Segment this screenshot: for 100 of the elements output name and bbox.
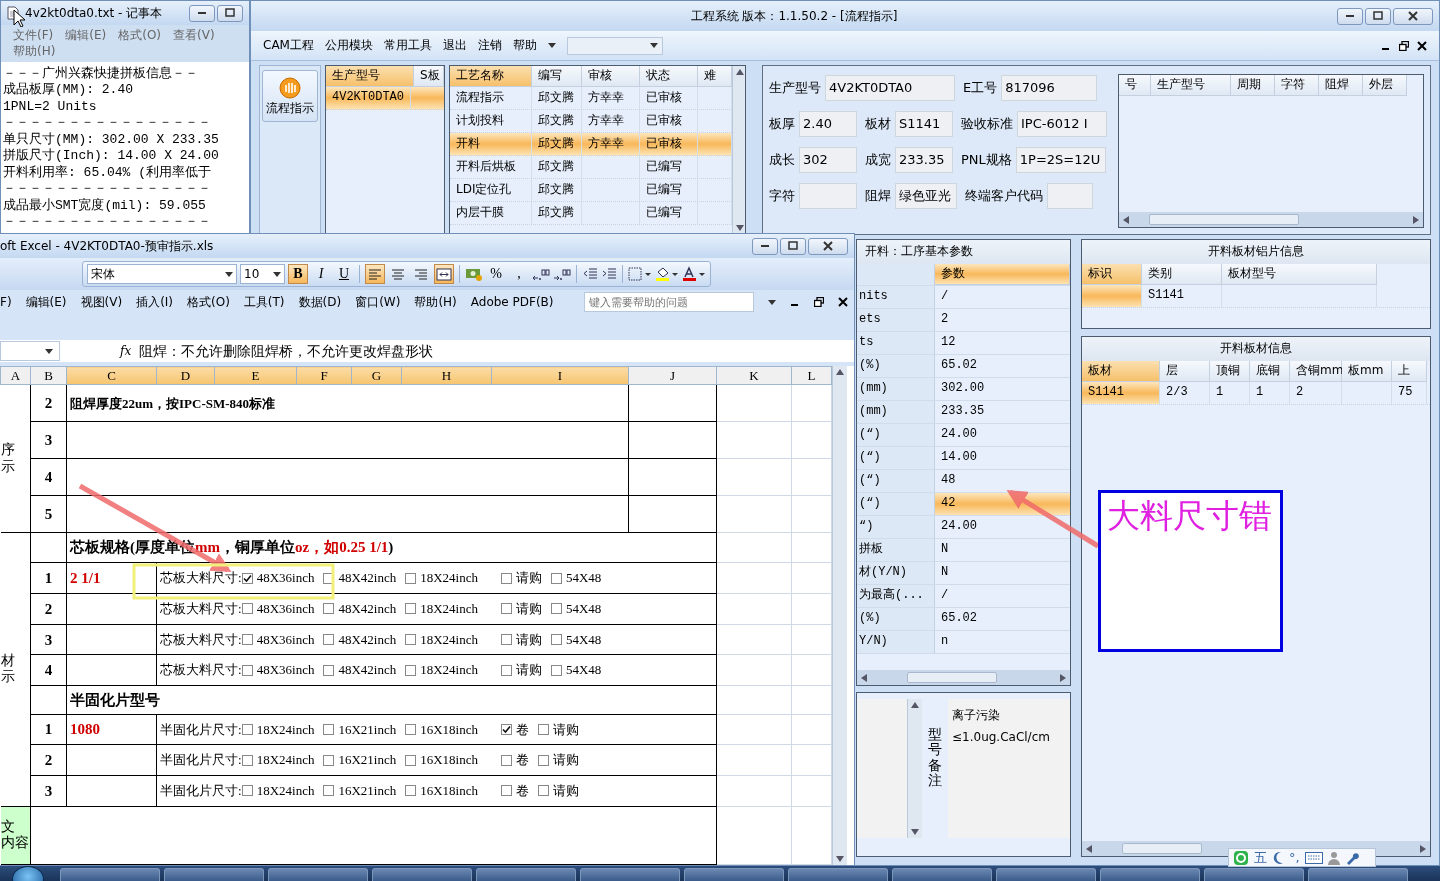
table-cell: (mm)	[857, 401, 935, 423]
table-cell: 开料	[450, 133, 532, 155]
table-cell: 2	[1290, 382, 1342, 404]
field-label: 板材	[865, 116, 891, 132]
table-cell: (“)	[857, 470, 935, 492]
checkbox-label: 16X21inch	[338, 721, 397, 738]
table-cell: 1	[1210, 382, 1250, 404]
table-cell: LDI定位孔	[450, 179, 532, 201]
text-line: 1PNL=2 Units	[3, 98, 98, 116]
checkbox-label: 18X24inch	[420, 631, 478, 648]
field-label: 半固化片尺寸:	[160, 721, 242, 738]
table-cell: 邱文腾	[532, 156, 582, 178]
field-label: E工号	[963, 80, 998, 96]
table-cell: 已审核	[640, 87, 698, 109]
field-label: 芯板大料尺寸:	[160, 570, 242, 586]
table-cell: 4	[30, 458, 67, 496]
table-cell: 1	[1250, 382, 1290, 404]
table-cell: 邱文腾	[532, 133, 582, 155]
table-cell: (“)	[857, 447, 935, 469]
field-label: 字符	[769, 188, 795, 204]
table-cell: 拼板	[857, 539, 935, 561]
checkbox-label: 48X36inch	[256, 601, 315, 617]
table-cell: (%)	[857, 355, 935, 377]
checkbox-label: 18X24inch	[256, 752, 315, 768]
table-cell: (“)	[857, 493, 935, 515]
text-line: －－－－－－－－－－－－－－－－	[3, 115, 212, 132]
table-cell: 1	[30, 714, 67, 745]
table-cell: 已审核	[640, 110, 698, 132]
checkbox-label: 48X36inch	[256, 662, 315, 678]
table-cell: 1	[30, 562, 67, 594]
table-cell: 邱文腾	[532, 110, 582, 132]
table-cell: 邱文腾	[532, 202, 582, 224]
table-cell: 阻焊厚度22um，按IPC-SM-840标准	[66, 384, 629, 422]
text-line: 开料利用率: 65.04% (利用率低于	[3, 164, 212, 182]
text-line: ≤1.0ug.CaCl/cm	[952, 728, 1051, 746]
panel-title: 开料板材铝片信息	[1082, 240, 1430, 264]
field-label: PNL规格	[961, 152, 1012, 168]
checkbox-label: 48X42inch	[338, 601, 397, 617]
checkbox-label: 请购	[515, 631, 542, 648]
table-cell: 邱文腾	[532, 179, 582, 201]
checkbox-label: 18X24inch	[256, 783, 315, 799]
text-line: 拼版尺寸(Inch): 14.00 X 24.00	[3, 148, 220, 165]
text-line: 成品最小SMT宽度(mil): 59.055	[3, 197, 207, 215]
table-cell: ets	[857, 309, 935, 331]
field-label: 半固化片尺寸:	[160, 783, 242, 799]
checkbox-label: 16X21inch	[338, 783, 397, 799]
checkbox-label: 18X24inch	[420, 570, 478, 586]
text-line: 单只尺寸(MM): 302.00 X 233.35	[3, 131, 220, 148]
formula-text: 阻焊：不允许删除阻焊桥，不允许更改焊盘形状	[139, 342, 434, 360]
window-title: 4v2kt0dta0.txt - 记事本	[25, 5, 163, 21]
table-cell: 开料后烘板	[450, 156, 532, 178]
checkbox-label: 54X48	[565, 631, 602, 648]
field-label: 验收标准	[961, 116, 1013, 132]
field-label: 半固化片尺寸:	[160, 752, 242, 768]
text-line: －－－－－－－－－－－－－－－－	[3, 181, 212, 198]
table-cell: 方幸幸	[582, 87, 640, 109]
table-cell: 3	[30, 421, 67, 459]
field-label: 生产型号	[769, 80, 821, 96]
checkbox-label: 18X24inch	[420, 601, 478, 617]
table-cell: 已编写	[640, 202, 698, 224]
table-cell: 3	[30, 775, 67, 807]
table-cell: 方幸幸	[582, 110, 640, 132]
table-cell: 3	[30, 624, 67, 655]
field-label: 终端客户代码	[965, 188, 1043, 204]
table-cell: (mm)	[857, 378, 935, 400]
table-cell: 4V2KT0DTA0	[326, 87, 411, 109]
checkbox-label: 卷	[515, 752, 529, 768]
checkbox-label: 请购	[552, 783, 579, 799]
table-cell: 2	[30, 593, 67, 625]
text-line: 成品板厚(MM): 2.40	[3, 82, 134, 99]
checkbox-label: 54X48	[565, 662, 602, 678]
table-cell: 2/3	[1160, 382, 1210, 404]
annotation-note: 大料尺寸错	[1098, 490, 1283, 652]
table-cell: 5	[30, 495, 67, 533]
field-label: 板厚	[769, 116, 795, 132]
field-label: 成长	[769, 152, 795, 168]
checkbox-label: 54X48	[565, 570, 602, 586]
checkbox-label: 16X21inch	[338, 752, 397, 768]
table-cell: 2	[30, 384, 67, 422]
checkbox-label: 16X18inch	[420, 783, 478, 799]
checkbox-label: 18X24inch	[420, 662, 478, 678]
table-cell: 75	[1392, 382, 1427, 404]
table-cell: 1080	[66, 714, 157, 745]
field-label: 芯板大料尺寸:	[160, 601, 242, 617]
checkbox-label: 请购	[515, 662, 542, 678]
checkbox-label: 48X42inch	[338, 570, 397, 586]
checkbox-label: 48X42inch	[338, 662, 397, 678]
table-cell: 计划投料	[450, 110, 532, 132]
checkbox-label: 54X48	[565, 601, 602, 617]
table-cell: 已审核	[640, 133, 698, 155]
table-cell: 序 示	[0, 384, 31, 533]
table-cell: (%)	[857, 608, 935, 630]
panel-title: 开料：工序基本参数	[857, 240, 1070, 264]
checkbox-label: 48X36inch	[256, 570, 315, 586]
text-line: －－－广州兴森快捷拼板信息－－	[3, 65, 199, 82]
checkbox-label: 请购	[552, 752, 579, 768]
checkbox-label: 18X24inch	[256, 721, 315, 738]
table-cell: 流程指示	[450, 87, 532, 109]
checkbox-label: 卷	[515, 721, 529, 738]
window-title: oft Excel - 4V2KT0DTA0-预审指示.xls	[0, 238, 214, 254]
